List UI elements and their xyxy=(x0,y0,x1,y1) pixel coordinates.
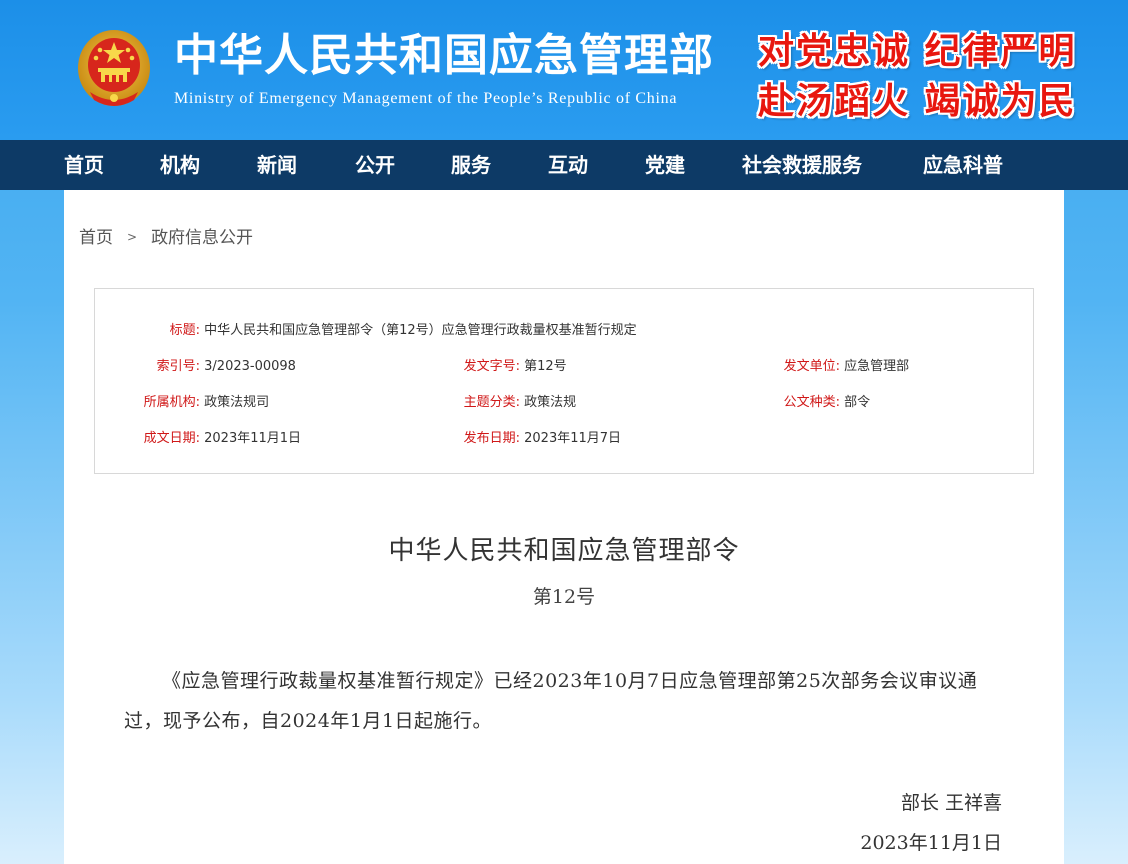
breadcrumb-current[interactable]: 政府信息公开 xyxy=(151,228,253,248)
nav-item-social-rescue[interactable]: 社会救援服务 xyxy=(742,140,862,190)
meta-type-label: 公文种类: xyxy=(783,395,840,410)
meta-published-value: 2023年11月7日 xyxy=(524,431,622,446)
meta-org-row: 所属机构: 政策法规司 xyxy=(95,391,270,410)
meta-issuer-value: 应急管理部 xyxy=(844,359,910,374)
meta-org-label: 所属机构: xyxy=(143,395,200,410)
document-meta-box: 标题: 中华人民共和国应急管理部令（第12号）应急管理行政裁量权基准暂行规定 索… xyxy=(94,288,1034,474)
meta-published-row: 发布日期: 2023年11月7日 xyxy=(415,427,621,446)
meta-topic-value: 政策法规 xyxy=(524,395,577,410)
nav-item-party-building[interactable]: 党建 xyxy=(645,140,685,190)
meta-title-value: 中华人民共和国应急管理部令（第12号）应急管理行政裁量权基准暂行规定 xyxy=(204,323,637,338)
site-header: 中华人民共和国应急管理部 Ministry of Emergency Manag… xyxy=(0,0,1128,140)
site-subtitle: Ministry of Emergency Management of the … xyxy=(174,90,678,107)
breadcrumb-separator: > xyxy=(127,230,138,244)
site-title: 中华人民共和国应急管理部 xyxy=(174,30,714,81)
meta-issuer-label: 发文单位: xyxy=(783,359,840,374)
meta-index-value: 3/2023-00098 xyxy=(204,359,296,374)
slogan-line-2: 赴汤蹈火 竭诚为民 xyxy=(758,80,1077,122)
meta-docno-label: 发文字号: xyxy=(463,359,520,374)
meta-org-value: 政策法规司 xyxy=(204,395,270,410)
main-nav: 首页 机构 新闻 公开 服务 互动 党建 社会救援服务 应急科普 xyxy=(0,140,1128,190)
nav-item-science[interactable]: 应急科普 xyxy=(923,140,1003,190)
meta-topic-row: 主题分类: 政策法规 xyxy=(415,391,577,410)
meta-created-value: 2023年11月1日 xyxy=(204,431,302,446)
breadcrumb-home[interactable]: 首页 xyxy=(79,228,113,248)
meta-created-row: 成文日期: 2023年11月1日 xyxy=(95,427,301,446)
meta-index-label: 索引号: xyxy=(156,359,200,374)
document-number: 第12号 xyxy=(532,586,596,608)
meta-type-row: 公文种类: 部令 xyxy=(735,391,871,410)
nav-item-services[interactable]: 服务 xyxy=(451,140,491,190)
meta-type-value: 部令 xyxy=(844,395,871,410)
nav-item-disclosure[interactable]: 公开 xyxy=(355,140,395,190)
meta-topic-label: 主题分类: xyxy=(463,395,520,410)
meta-created-label: 成文日期: xyxy=(143,431,200,446)
document-date: 2023年11月1日 xyxy=(860,832,1002,854)
breadcrumb: 首页 > 政府信息公开 xyxy=(79,223,253,248)
meta-issuer-row: 发文单位: 应急管理部 xyxy=(735,355,910,374)
meta-published-label: 发布日期: xyxy=(463,431,520,446)
slogan-line-1: 对党忠诚 纪律严明 xyxy=(758,30,1077,72)
document-title: 中华人民共和国应急管理部令 xyxy=(388,536,740,566)
meta-title-label: 标题: xyxy=(169,323,200,338)
document-body: 《应急管理行政裁量权基准暂行规定》已经2023年10月7日应急管理部第25次部务… xyxy=(124,670,978,732)
nav-item-home[interactable]: 首页 xyxy=(64,140,104,190)
meta-docno-value: 第12号 xyxy=(524,359,567,374)
content-panel: 首页 > 政府信息公开 标题: 中华人民共和国应急管理部令（第12号）应急管理行政裁… xyxy=(64,190,1064,864)
nav-item-organization[interactable]: 机构 xyxy=(160,140,200,190)
meta-docno-row: 发文字号: 第12号 xyxy=(415,355,567,374)
nav-item-news[interactable]: 新闻 xyxy=(257,140,297,190)
meta-index-row: 索引号: 3/2023-00098 xyxy=(95,355,296,374)
nav-item-interaction[interactable]: 互动 xyxy=(548,140,588,190)
national-emblem-icon[interactable] xyxy=(76,28,152,110)
document-signature: 部长 王祥喜 xyxy=(900,792,1002,814)
meta-title-row: 标题: 中华人民共和国应急管理部令（第12号）应急管理行政裁量权基准暂行规定 xyxy=(95,319,637,338)
